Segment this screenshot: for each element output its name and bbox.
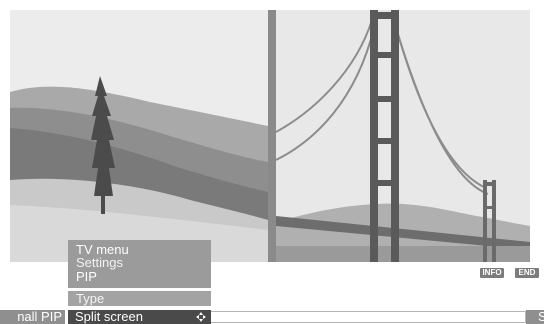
- option-bar-track: [211, 311, 526, 323]
- hillside-tree-image: [10, 10, 268, 262]
- navigate-arrows-icon: [196, 312, 206, 322]
- type-label: Type: [76, 291, 105, 306]
- right-picture-pane: [276, 10, 530, 262]
- split-divider: [268, 10, 276, 262]
- option-next[interactable]: S: [526, 310, 544, 324]
- option-small-pip[interactable]: nall PIP: [0, 310, 65, 324]
- bridge-image: [276, 10, 530, 262]
- info-button[interactable]: INFO: [480, 268, 504, 278]
- left-picture-pane: [10, 10, 268, 262]
- option-split-screen-label: Split screen: [75, 309, 143, 324]
- menu-item-pip[interactable]: PIP: [76, 270, 97, 283]
- menu-item-settings[interactable]: Settings: [76, 256, 123, 269]
- tv-menu-panel: TV menu Settings PIP: [68, 240, 211, 288]
- menu-item-type[interactable]: Type: [68, 291, 211, 306]
- option-next-label: S: [538, 310, 544, 324]
- end-button[interactable]: END: [515, 268, 539, 278]
- pip-type-option-bar: nall PIP Split screen S: [0, 310, 544, 324]
- option-split-screen-selected[interactable]: Split screen: [68, 310, 211, 324]
- tv-screen: TV menu Settings PIP Type INFO END nall …: [0, 0, 544, 324]
- option-small-pip-label: nall PIP: [17, 310, 62, 324]
